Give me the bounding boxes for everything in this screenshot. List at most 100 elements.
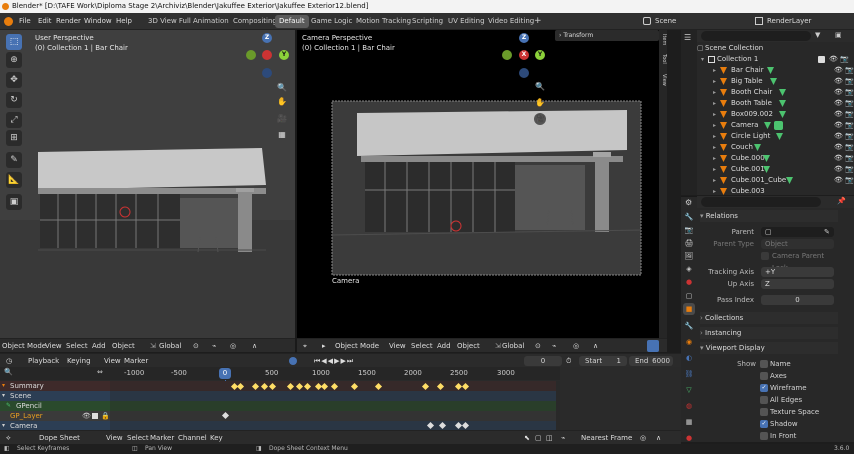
tab-3d-view-full[interactable]: 3D View Full xyxy=(144,15,195,28)
outliner-item-booth-table[interactable]: ▸ Booth Table 👁 📷 xyxy=(686,98,854,109)
camera-viewport[interactable]: Camera Perspective (0) Collection 1 | Ba… xyxy=(297,30,667,338)
eye-icon[interactable]: 👁 xyxy=(834,87,843,98)
right-orientation-dropdown[interactable]: Global xyxy=(502,339,524,353)
view-layer-tab-icon[interactable]: 🖼 xyxy=(683,250,695,262)
tool-tab-icon[interactable]: 🔧 xyxy=(683,211,695,223)
view-layer-name[interactable]: RenderLayer xyxy=(767,14,811,28)
outliner-item-circle-light[interactable]: ▸ Circle Light 👁 📷 xyxy=(686,131,854,142)
only-selected-icon[interactable]: ⬉ xyxy=(524,431,530,445)
camera-view-icon[interactable]: 🎥 xyxy=(276,113,288,125)
proportional-edit-icon[interactable]: ◎ xyxy=(640,431,646,445)
properties-search-field[interactable] xyxy=(701,197,821,207)
tab-game-logic[interactable]: Game Logic xyxy=(307,15,356,28)
tab-view[interactable]: View xyxy=(659,74,667,86)
new-collection-icon[interactable]: ▣ xyxy=(835,31,842,39)
gizmo-y-axis[interactable]: Y xyxy=(279,50,289,60)
material-tab-icon[interactable]: ◍ xyxy=(683,400,695,412)
dope-sheet-mode-dropdown[interactable]: Dope Sheet xyxy=(39,431,80,445)
pass-index-field[interactable]: 0 xyxy=(761,295,834,305)
up-axis-dropdown[interactable]: Z xyxy=(761,279,834,289)
right-orientation-icon[interactable]: ⇲ xyxy=(495,339,501,353)
tab-compositing[interactable]: Compositing xyxy=(229,15,281,28)
camera-icon[interactable]: 📷 xyxy=(845,120,854,131)
right-editor-type-icon[interactable]: ⌖ xyxy=(303,339,307,353)
left-menu-select[interactable]: Select xyxy=(66,339,88,353)
camera-icon[interactable]: 📷 xyxy=(845,109,854,120)
playhead-frame-indicator[interactable]: 0 xyxy=(219,368,231,379)
timeline-menu-marker[interactable]: Marker xyxy=(124,354,148,368)
camera-icon[interactable]: 📷 xyxy=(845,175,854,186)
show-hidden-icon[interactable]: ▢ xyxy=(535,431,542,445)
camera-icon[interactable]: 📷 xyxy=(845,142,854,153)
right-overlay-toggle-icon[interactable] xyxy=(647,340,659,352)
tab-tool[interactable]: Tool xyxy=(659,54,667,64)
left-pivot-icon[interactable]: ⊙ xyxy=(193,339,199,353)
current-frame-field[interactable]: 0 xyxy=(524,356,562,366)
layer-lock-icon[interactable]: 🔒 xyxy=(101,411,110,421)
eye-icon[interactable]: 👁 xyxy=(834,76,843,87)
end-frame-field[interactable]: End 6000 xyxy=(629,356,673,366)
outliner-item-couch[interactable]: ▸ Couch 👁 📷 xyxy=(686,142,854,153)
transform-tool-icon[interactable]: ⊞ xyxy=(6,130,22,146)
camera-icon[interactable]: 📷 xyxy=(845,76,854,87)
world-tab-icon[interactable]: ● xyxy=(683,276,695,288)
eye-icon[interactable]: 👁 xyxy=(834,120,843,131)
outliner-collection-1[interactable]: ▾ Collection 1 👁 📷 xyxy=(697,54,854,65)
output-tab-icon[interactable]: 🖨 xyxy=(683,237,695,249)
outliner-item-big-table[interactable]: ▸ Big Table 👁 📷 xyxy=(686,76,854,87)
left-menu-view[interactable]: View xyxy=(45,339,62,353)
show-axes-checkbox[interactable] xyxy=(760,372,768,380)
tracking-axis-dropdown[interactable]: +Y xyxy=(761,267,834,277)
left-orientation-dropdown[interactable]: Global xyxy=(159,339,181,353)
eye-icon[interactable]: 👁 xyxy=(834,175,843,186)
dope-sheet-menu-marker[interactable]: Marker xyxy=(150,431,174,445)
outliner-item-box009[interactable]: ▸ Box009.002 👁 📷 xyxy=(686,109,854,120)
outliner-item-cube-003[interactable]: ▸ Cube.003 xyxy=(686,186,854,195)
right-proportional-icon[interactable]: ◎ xyxy=(573,339,579,353)
dope-sheet-menu-view[interactable]: View xyxy=(106,431,123,445)
eyedropper-icon[interactable]: ✎ xyxy=(824,226,830,238)
collection-checkbox[interactable] xyxy=(818,56,825,63)
scene-name[interactable]: Scene xyxy=(655,14,676,28)
eye-icon[interactable]: 👁 xyxy=(834,65,843,76)
outliner-search-field[interactable] xyxy=(701,31,811,41)
dope-sheet-menu-key[interactable]: Key xyxy=(210,431,223,445)
filter-errors-icon[interactable]: ◫ xyxy=(546,431,553,445)
texture-tab-icon[interactable]: ▦ xyxy=(683,416,695,428)
tab-uv-editing[interactable]: UV Editing xyxy=(444,15,489,28)
collection-eye-icon[interactable]: 👁 xyxy=(829,54,838,65)
gizmo-z-axis[interactable]: Z xyxy=(262,33,272,43)
modifier-tab-icon[interactable]: 🔧 xyxy=(683,320,695,332)
outliner-scene-collection[interactable]: ▢ Scene Collection xyxy=(697,43,854,54)
camera-icon[interactable]: 📷 xyxy=(845,131,854,142)
start-frame-field[interactable]: Start 1 xyxy=(579,356,627,366)
menu-render[interactable]: Render xyxy=(56,13,81,30)
properties-editor-icon[interactable]: ⚙ xyxy=(685,198,692,207)
left-proportional-icon[interactable]: ◎ xyxy=(230,339,236,353)
data-tab-icon[interactable]: ▽ xyxy=(683,384,695,396)
parent-type-dropdown[interactable]: Object xyxy=(761,239,834,249)
camera-lock-icon[interactable]: 🎥 xyxy=(534,113,546,125)
zoom-icon[interactable]: 🔍 xyxy=(276,82,288,94)
outliner-item-cube-001[interactable]: ▸ Cube.001 👁 📷 xyxy=(686,164,854,175)
eye-icon[interactable]: 👁 xyxy=(834,164,843,175)
show-wireframe-checkbox[interactable]: ✓ xyxy=(760,384,768,392)
menu-window[interactable]: Window xyxy=(84,13,112,30)
camera-icon[interactable]: 📷 xyxy=(845,153,854,164)
outliner-item-booth-chair[interactable]: ▸ Booth Chair 👁 📷 xyxy=(686,87,854,98)
tab-default[interactable]: Default xyxy=(275,15,309,28)
timeline-editor-icon[interactable]: ◷ xyxy=(6,354,12,368)
object-tab-icon[interactable]: ■ xyxy=(683,303,695,315)
left-object-mode-dropdown[interactable]: Object Mode xyxy=(2,339,46,353)
timeline-menu-keying[interactable]: Keying xyxy=(67,354,91,368)
eye-icon[interactable]: 👁 xyxy=(834,109,843,120)
show-shadow-checkbox[interactable]: ✓ xyxy=(760,420,768,428)
show-name-checkbox[interactable] xyxy=(760,360,768,368)
outliner-item-cube-001-cube[interactable]: ▸ Cube.001_Cube 👁 📷 xyxy=(686,175,854,186)
menu-help[interactable]: Help xyxy=(116,13,132,30)
right-menu-view[interactable]: View xyxy=(389,339,406,353)
gizmo-neg-z-axis[interactable] xyxy=(262,68,272,78)
preview-range-icon[interactable]: ⏱ xyxy=(566,354,571,368)
camera-icon[interactable]: 📷 xyxy=(845,98,854,109)
outliner-item-cube-000[interactable]: ▸ Cube.000 👁 📷 xyxy=(686,153,854,164)
